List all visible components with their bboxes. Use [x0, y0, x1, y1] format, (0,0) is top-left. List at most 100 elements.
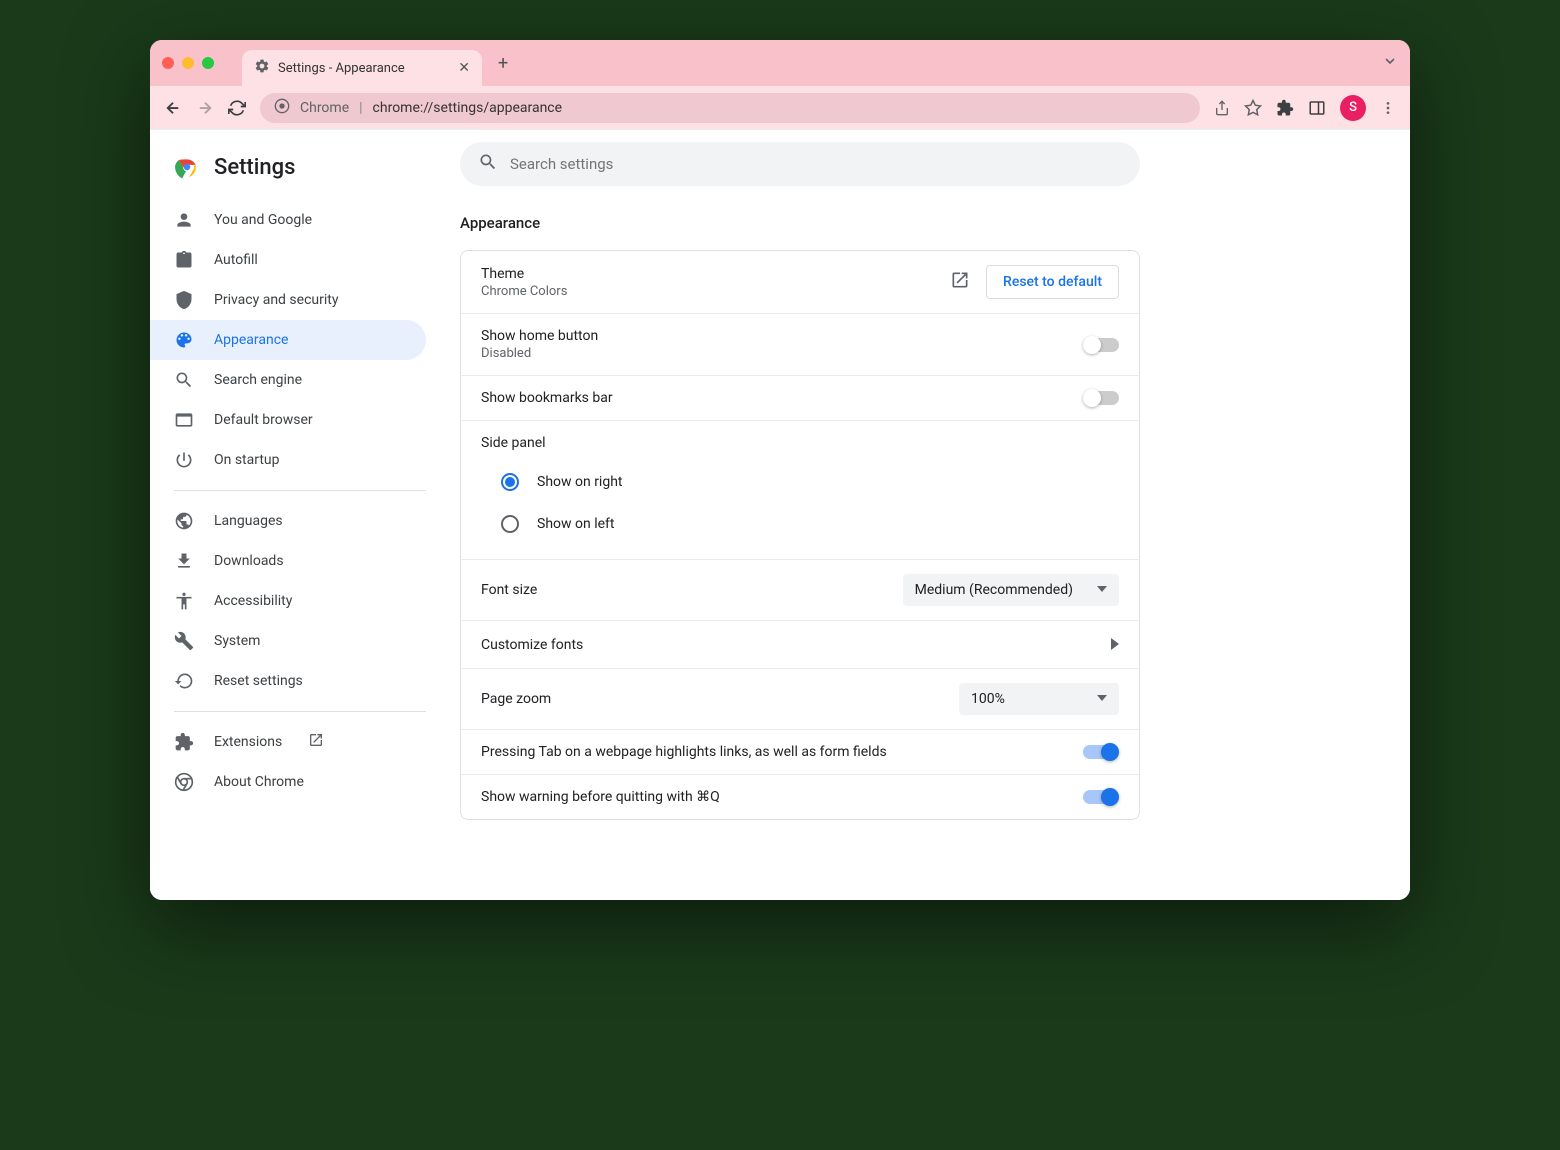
share-icon[interactable] — [1214, 100, 1230, 116]
minimize-window-button[interactable] — [182, 57, 194, 69]
home-button-label: Show home button — [481, 328, 1067, 344]
reload-button[interactable] — [228, 99, 246, 117]
restore-icon — [174, 671, 194, 691]
sidebar-item-label: Search engine — [214, 372, 302, 388]
clipboard-icon — [174, 250, 194, 270]
reset-to-default-button[interactable]: Reset to default — [986, 265, 1119, 299]
sidebar-item-label: Extensions — [214, 734, 282, 750]
traffic-lights — [162, 57, 214, 69]
content-area: Settings You and Google Autofill Privacy… — [150, 130, 1410, 900]
sidebar-item-downloads[interactable]: Downloads — [150, 541, 426, 581]
sidebar-item-label: System — [214, 633, 260, 649]
sidebar-item-search-engine[interactable]: Search engine — [150, 360, 426, 400]
sidebar-item-label: Languages — [214, 513, 283, 529]
search-settings[interactable] — [460, 142, 1140, 186]
sidebar-separator — [174, 711, 426, 712]
maximize-window-button[interactable] — [202, 57, 214, 69]
omnibox[interactable]: Chrome | chrome://settings/appearance — [260, 93, 1200, 123]
quit-warning-label: Show warning before quitting with ⌘Q — [481, 789, 1067, 805]
url-prefix: Chrome — [300, 100, 349, 116]
font-size-label: Font size — [481, 582, 887, 598]
tab-highlight-label: Pressing Tab on a webpage highlights lin… — [481, 744, 1067, 760]
bookmark-icon[interactable] — [1244, 99, 1262, 117]
settings-card: Theme Chrome Colors Reset to default Sho… — [460, 250, 1140, 820]
side-panel-label: Side panel — [481, 435, 1119, 451]
sidebar-item-label: About Chrome — [214, 774, 304, 790]
home-button-row: Show home button Disabled — [461, 314, 1139, 376]
sidebar-item-default-browser[interactable]: Default browser — [150, 400, 426, 440]
page-zoom-row: Page zoom 100% — [461, 669, 1139, 730]
radio-show-on-right[interactable]: Show on right — [501, 461, 1119, 503]
sidebar-item-label: Privacy and security — [214, 292, 338, 308]
close-tab-button[interactable]: ✕ — [458, 60, 470, 76]
open-in-new-icon — [308, 732, 324, 752]
home-button-toggle[interactable] — [1083, 338, 1119, 352]
radio-show-on-left[interactable]: Show on left — [501, 503, 1119, 545]
sidebar: Settings You and Google Autofill Privacy… — [150, 130, 450, 900]
sidebar-item-label: Accessibility — [214, 593, 292, 609]
sidebar-item-extensions[interactable]: Extensions — [150, 722, 426, 762]
font-size-value: Medium (Recommended) — [915, 582, 1073, 598]
gear-icon — [254, 58, 270, 78]
wrench-icon — [174, 631, 194, 651]
open-in-new-icon[interactable] — [950, 270, 970, 294]
address-bar: Chrome | chrome://settings/appearance S — [150, 86, 1410, 130]
power-icon — [174, 450, 194, 470]
section-title: Appearance — [460, 214, 1370, 232]
sidebar-item-on-startup[interactable]: On startup — [150, 440, 426, 480]
side-panel-row: Side panel — [461, 421, 1139, 455]
chevron-down-icon[interactable] — [1382, 54, 1398, 73]
url-text: chrome://settings/appearance — [373, 100, 563, 116]
sidebar-item-label: Default browser — [214, 412, 313, 428]
search-icon — [174, 370, 194, 390]
back-button[interactable] — [164, 99, 182, 117]
theme-label: Theme — [481, 266, 934, 282]
radio-icon — [501, 515, 519, 533]
sidebar-separator — [174, 490, 426, 491]
chrome-icon — [274, 98, 290, 118]
bookmarks-toggle[interactable] — [1083, 391, 1119, 405]
sidebar-item-languages[interactable]: Languages — [150, 501, 426, 541]
sidebar-item-label: Autofill — [214, 252, 258, 268]
bookmarks-bar-row: Show bookmarks bar — [461, 376, 1139, 421]
sidebar-title: Settings — [214, 155, 295, 180]
new-tab-button[interactable]: + — [498, 53, 508, 74]
quit-warning-toggle[interactable] — [1083, 790, 1119, 804]
bookmarks-label: Show bookmarks bar — [481, 390, 1067, 406]
radio-label: Show on right — [537, 474, 623, 490]
sidebar-item-you-and-google[interactable]: You and Google — [150, 200, 426, 240]
page-zoom-select[interactable]: 100% — [959, 683, 1119, 715]
side-panel-icon[interactable] — [1308, 99, 1326, 117]
browser-tab[interactable]: Settings - Appearance ✕ — [242, 50, 482, 86]
sidebar-item-autofill[interactable]: Autofill — [150, 240, 426, 280]
avatar[interactable]: S — [1340, 95, 1366, 121]
search-icon — [478, 152, 498, 176]
sidebar-item-appearance[interactable]: Appearance — [150, 320, 426, 360]
palette-icon — [174, 330, 194, 350]
menu-icon[interactable] — [1380, 100, 1396, 116]
sidebar-item-label: You and Google — [214, 212, 312, 228]
puzzle-icon — [174, 732, 194, 752]
sidebar-header: Settings — [150, 146, 450, 200]
shield-icon — [174, 290, 194, 310]
forward-button[interactable] — [196, 99, 214, 117]
radio-label: Show on left — [537, 516, 614, 532]
download-icon — [174, 551, 194, 571]
theme-row[interactable]: Theme Chrome Colors Reset to default — [461, 251, 1139, 314]
extensions-icon[interactable] — [1276, 99, 1294, 117]
chrome-outline-icon — [174, 772, 194, 792]
search-input[interactable] — [510, 155, 1122, 173]
sidebar-item-about[interactable]: About Chrome — [150, 762, 426, 802]
chrome-logo-icon — [174, 154, 200, 180]
tab-bar: Settings - Appearance ✕ + — [150, 40, 1410, 86]
customize-fonts-row[interactable]: Customize fonts — [461, 621, 1139, 669]
tab-highlight-toggle[interactable] — [1083, 745, 1119, 759]
sidebar-item-system[interactable]: System — [150, 621, 426, 661]
browser-window: Settings - Appearance ✕ + Chrome | chrom… — [150, 40, 1410, 900]
tab-title: Settings - Appearance — [278, 61, 450, 76]
sidebar-item-reset[interactable]: Reset settings — [150, 661, 426, 701]
sidebar-item-privacy[interactable]: Privacy and security — [150, 280, 426, 320]
close-window-button[interactable] — [162, 57, 174, 69]
sidebar-item-accessibility[interactable]: Accessibility — [150, 581, 426, 621]
font-size-select[interactable]: Medium (Recommended) — [903, 574, 1119, 606]
